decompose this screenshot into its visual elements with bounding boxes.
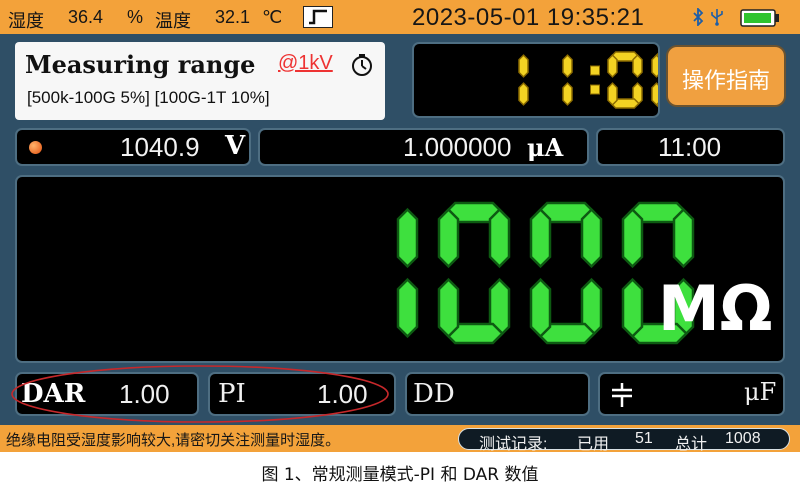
usb-icon: [710, 8, 724, 31]
operation-guide-button[interactable]: 操作指南: [668, 47, 784, 105]
used-count: 51: [635, 430, 653, 447]
used-label: 已用: [577, 436, 610, 453]
digit-segment: [529, 207, 552, 269]
range-spec: [500k-100G 5%] [100G-1T 10%]: [27, 88, 270, 107]
digit-segment: [396, 207, 419, 269]
voltage-value: 1040.9: [120, 132, 200, 162]
digit-segment: [488, 207, 511, 269]
timer-seven-segment: [518, 51, 687, 109]
digit-segment: [621, 207, 644, 269]
timer-display: [412, 42, 687, 118]
temperature-value: 32.1: [215, 7, 251, 27]
digit-segment: [580, 207, 603, 269]
test-record-box: 测试记录: 已用 51 总计 1008: [458, 428, 790, 453]
voltage-unit: V: [225, 131, 246, 161]
range-title: Measuring range: [25, 50, 256, 79]
operation-guide-label: 操作指南: [681, 69, 770, 94]
digit-segment: [562, 54, 573, 78]
digit-segment: [437, 277, 460, 339]
elapsed-panel: 11:00: [596, 128, 785, 166]
dd-label: DD: [413, 379, 455, 409]
digit-segment: [562, 82, 573, 106]
highlight-ellipse: [11, 365, 389, 423]
capacitance-panel: μF: [598, 372, 785, 416]
elapsed-time: 11:00: [658, 132, 722, 162]
measuring-range-panel: Measuring range @1kV [500k-100G 5%] [100…: [15, 42, 385, 120]
digit-segment: [529, 277, 552, 339]
recording-dot-icon: [29, 141, 42, 154]
resistance-display: MΩ: [15, 175, 785, 363]
voltage-panel: 1040.9 V: [15, 128, 251, 166]
temperature-unit: ℃: [262, 7, 283, 27]
digit-segment: [607, 54, 618, 78]
digit-segment: [518, 54, 529, 78]
stopwatch-icon: [351, 53, 373, 82]
capacitance-unit: μF: [744, 378, 777, 406]
humidity-unit: %: [127, 7, 144, 27]
record-label: 测试记录:: [479, 436, 548, 453]
digit-segment: [518, 82, 529, 106]
colon-dot: [590, 65, 600, 76]
colon-dot: [590, 84, 600, 95]
test-voltage: @1kV: [278, 52, 333, 74]
battery-icon: [740, 9, 780, 32]
total-count: 1008: [725, 430, 761, 447]
bluetooth-icon: [692, 6, 704, 31]
current-unit: μA: [527, 133, 564, 162]
total-label: 总计: [675, 436, 708, 453]
resistance-unit: MΩ: [658, 272, 773, 345]
current-panel: 1.000000 μA: [258, 128, 589, 166]
waveform-icon: [303, 6, 333, 33]
temperature-label: 温度: [155, 11, 191, 31]
digit-segment: [651, 54, 662, 78]
digit-segment: [672, 207, 695, 269]
digit-segment: [632, 54, 643, 78]
digit-segment: [651, 82, 662, 106]
datetime: 2023-05-01 19:35:21: [412, 4, 645, 31]
capacitor-icon: [610, 383, 634, 412]
digit-segment: [437, 207, 460, 269]
current-value: 1.000000: [403, 132, 512, 162]
device-screen: 湿度 36.4 % 温度 32.1 ℃ 2023-05-01 19:35:21 …: [0, 0, 800, 453]
status-bar: 湿度 36.4 % 温度 32.1 ℃ 2023-05-01 19:35:21: [0, 0, 800, 34]
humidity-value: 36.4: [68, 7, 104, 27]
dd-panel: DD: [405, 372, 590, 416]
humidity-label: 湿度: [8, 11, 44, 31]
digit-segment: [607, 82, 618, 106]
humidity-warning: 绝缘电阻受湿度影响较大,请密切关注测量时湿度。: [6, 432, 341, 449]
figure-caption: 图 1、常规测量模式-PI 和 DAR 数值: [261, 465, 539, 485]
digit-segment: [396, 277, 419, 339]
digit-segment: [621, 277, 644, 339]
